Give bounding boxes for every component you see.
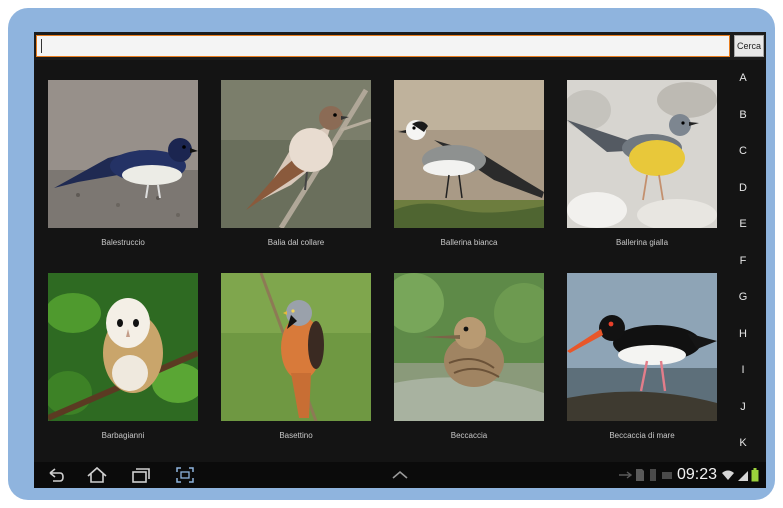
screenshot-icon[interactable] xyxy=(174,465,196,485)
bird-grid: Balestruccio Balia dal collare Ballerina… xyxy=(34,60,724,462)
signal-icon xyxy=(738,471,749,481)
back-icon[interactable] xyxy=(46,465,66,485)
woodcock-photo[interactable] xyxy=(394,273,544,421)
search-button[interactable]: Cerca xyxy=(734,35,764,57)
bird-name: Balestruccio xyxy=(101,238,145,247)
index-letter-d[interactable]: D xyxy=(728,182,758,194)
bird-name: Balia dal collare xyxy=(267,238,325,247)
bird-name: Basettino xyxy=(279,431,313,440)
barn-owl-photo[interactable] xyxy=(48,273,198,421)
recent-apps-icon[interactable] xyxy=(130,465,152,485)
system-nav-bar: 09:23 xyxy=(34,462,766,488)
battery-icon xyxy=(751,468,759,482)
alphabet-index: A B C D E F G H I J K xyxy=(728,68,758,454)
grey-wagtail-photo[interactable] xyxy=(567,80,717,228)
white-wagtail-photo[interactable] xyxy=(394,80,544,228)
search-bar: Cerca xyxy=(34,32,766,60)
index-letter-i[interactable]: I xyxy=(728,364,758,376)
bird-name: Beccaccia di mare xyxy=(609,431,675,440)
home-icon[interactable] xyxy=(86,465,108,485)
index-letter-h[interactable]: H xyxy=(728,328,758,340)
status-area: 09:23 xyxy=(618,466,759,484)
index-letter-j[interactable]: J xyxy=(728,401,758,413)
oystercatcher-photo[interactable] xyxy=(567,273,717,421)
bird-name: Ballerina gialla xyxy=(615,238,669,247)
index-letter-k[interactable]: K xyxy=(728,437,758,449)
clock: 09:23 xyxy=(677,466,718,483)
notification-icon xyxy=(650,469,656,481)
index-letter-a[interactable]: A xyxy=(728,72,758,84)
sd-card-icon xyxy=(636,469,644,481)
text-cursor xyxy=(41,39,42,53)
chevron-up-icon[interactable] xyxy=(390,465,410,485)
index-letter-f[interactable]: F xyxy=(728,255,758,267)
collared-flycatcher-photo[interactable] xyxy=(221,80,371,228)
search-input[interactable] xyxy=(36,35,730,57)
bird-name: Ballerina bianca xyxy=(440,238,498,247)
usb-icon xyxy=(619,471,632,479)
index-letter-c[interactable]: C xyxy=(728,145,758,157)
wifi-icon xyxy=(722,470,735,480)
keyboard-icon xyxy=(662,472,672,479)
bird-name: Beccaccia xyxy=(450,431,488,440)
index-letter-b[interactable]: B xyxy=(728,109,758,121)
house-martin-photo[interactable] xyxy=(48,80,198,228)
bearded-reedling-photo[interactable] xyxy=(221,273,371,421)
app-screen: Cerca Balestruccio Balia dal collare Bal… xyxy=(34,32,766,488)
index-letter-g[interactable]: G xyxy=(728,291,758,303)
index-letter-e[interactable]: E xyxy=(728,218,758,230)
bird-name: Barbagianni xyxy=(101,431,145,440)
